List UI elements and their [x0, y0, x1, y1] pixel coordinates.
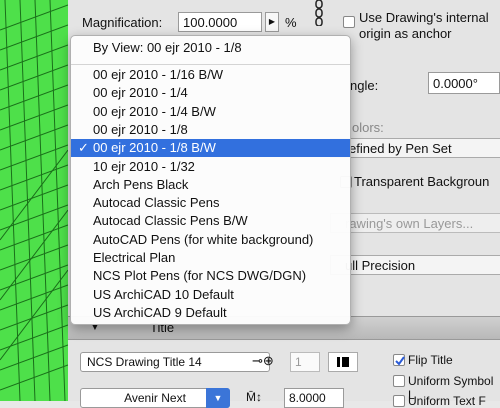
menu-item[interactable]: ✓ 00 ejr 2010 - 1/8 B/W — [71, 139, 350, 158]
menu-item[interactable]: US ArchiCAD 10 Default — [71, 286, 350, 304]
magnification-stepper[interactable]: ▶ — [265, 12, 279, 32]
anchor-checkbox[interactable] — [343, 16, 355, 28]
transparent-background-label: Transparent Backgroun — [354, 174, 490, 189]
checkmark-icon — [395, 356, 405, 366]
menu-item[interactable]: 00 ejr 2010 - 1/4 B/W — [71, 103, 350, 121]
menu-item[interactable]: US ArchiCAD 9 Default — [71, 304, 350, 322]
menu-item[interactable]: 00 ejr 2010 - 1/16 B/W — [71, 66, 350, 84]
checkmark-icon: ✓ — [78, 140, 89, 156]
pen-swatch[interactable] — [328, 352, 358, 372]
menu-item-label: 10 ejr 2010 - 1/32 — [93, 158, 195, 174]
anchor-label: Use Drawing's internal origin as anchor — [359, 10, 489, 41]
text-size-icon: M̄↕ — [246, 390, 262, 404]
layers-select[interactable]: rawing's own Layers... — [330, 213, 500, 233]
magnification-label: Magnification: — [82, 15, 163, 30]
pen-set-select[interactable]: efined by Pen Set — [330, 138, 500, 158]
colors-label: olors: — [352, 120, 384, 135]
menu-item-label: 00 ejr 2010 - 1/16 B/W — [93, 67, 224, 82]
pen-set-dropdown-menu: By View: 00 ejr 2010 - 1/8 00 ejr 2010 -… — [70, 35, 351, 325]
title-style-select[interactable]: NCS Drawing Title 14 — [80, 352, 270, 372]
flip-title-checkbox[interactable] — [393, 354, 405, 366]
menu-item[interactable]: Autocad Classic Pens — [71, 194, 350, 212]
menu-item-label: Electrical Plan — [93, 250, 176, 265]
precision-select[interactable]: ull Precision — [330, 255, 500, 275]
menu-item-label: Autocad Classic Pens B/W — [93, 213, 248, 229]
menu-item-label: Autocad Classic Pens — [93, 195, 220, 211]
uniform-text-checkbox[interactable] — [393, 395, 405, 407]
angle-input[interactable]: 0.0000° — [428, 72, 500, 94]
menu-separator — [71, 64, 350, 65]
chain-link-icon[interactable] — [313, 0, 325, 26]
menu-item-label: 00 ejr 2010 - 1/8 — [93, 121, 188, 137]
menu-item-label: 00 ejr 2010 - 1/8 B/W — [93, 140, 216, 156]
text-size-input[interactable]: 8.0000 — [284, 388, 344, 408]
menu-item[interactable]: Arch Pens Black — [71, 176, 350, 194]
menu-item-label: AutoCAD Pens (for white background) — [93, 231, 314, 247]
title-position-icon: ⊸⊕ — [252, 353, 274, 368]
menu-item[interactable]: AutoCAD Pens (for white background) — [71, 231, 350, 249]
typeface-dropdown-arrow-icon[interactable]: ▼ — [206, 388, 230, 408]
menu-item-label: 00 ejr 2010 - 1/4 B/W — [93, 103, 216, 119]
menu-item-label: Arch Pens Black — [93, 176, 189, 192]
angle-label: ngle: — [350, 78, 379, 93]
menu-item-label: US ArchiCAD 9 Default — [93, 304, 227, 320]
pen-number-input[interactable]: 1 — [290, 352, 320, 372]
magnification-input[interactable]: 100.0000 — [178, 12, 262, 32]
menu-item[interactable]: Autocad Classic Pens B/W — [71, 212, 350, 230]
menu-item[interactable]: 00 ejr 2010 - 1/8 — [71, 121, 350, 139]
menu-item[interactable]: NCS Plot Pens (for NCS DWG/DGN) — [71, 267, 350, 285]
menu-item-label: 00 ejr 2010 - 1/4 — [93, 85, 188, 101]
magnification-unit: % — [285, 15, 297, 30]
flip-title-label: Flip Title — [408, 353, 453, 367]
menu-item-by-view[interactable]: By View: 00 ejr 2010 - 1/8 — [71, 39, 350, 57]
uniform-text-label: Uniform Text F — [408, 394, 486, 408]
menu-item-label: US ArchiCAD 10 Default — [93, 286, 234, 302]
drawing-grid-graphic — [0, 0, 68, 401]
menu-item[interactable]: Electrical Plan — [71, 249, 350, 267]
drawing-canvas[interactable] — [0, 0, 68, 401]
menu-item[interactable]: 10 ejr 2010 - 1/32 — [71, 158, 350, 176]
menu-item[interactable]: 00 ejr 2010 - 1/4 — [71, 84, 350, 102]
uniform-symbol-checkbox[interactable] — [393, 375, 405, 387]
menu-item-label: NCS Plot Pens (for NCS DWG/DGN) — [93, 268, 307, 284]
